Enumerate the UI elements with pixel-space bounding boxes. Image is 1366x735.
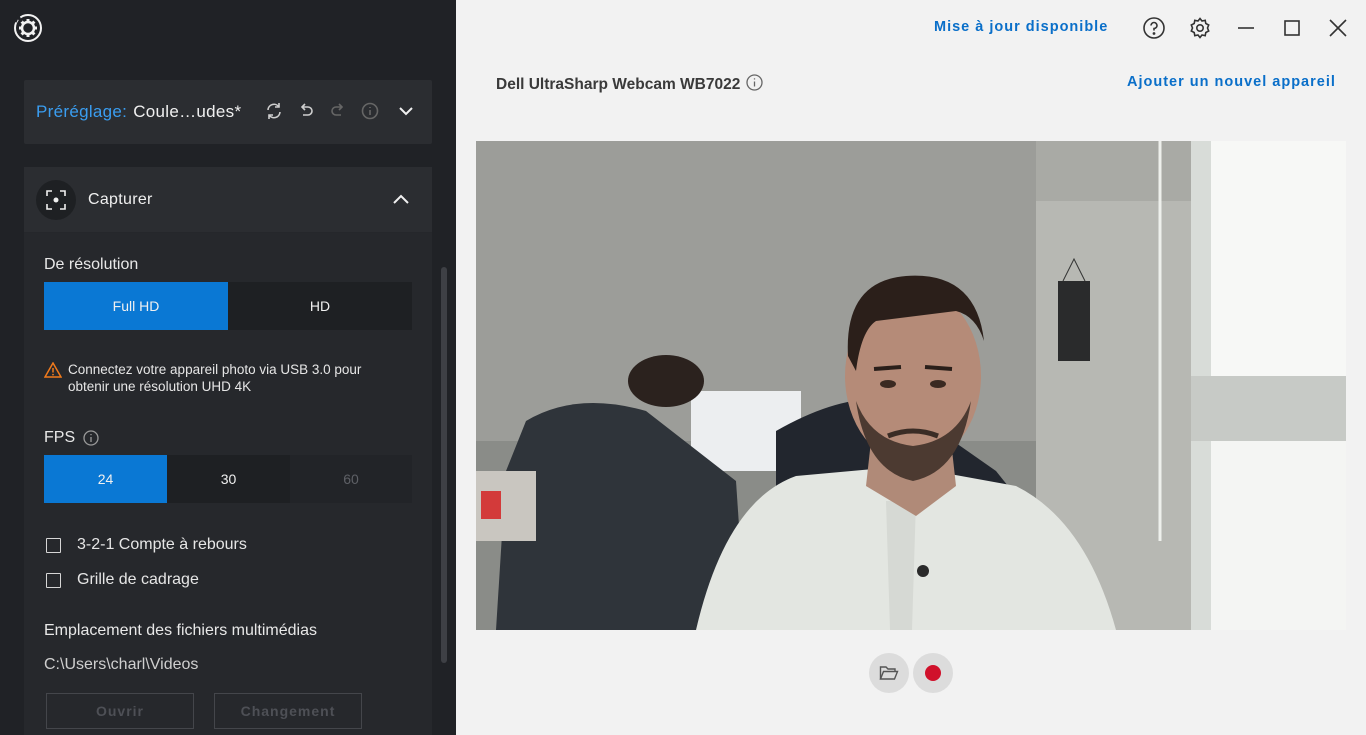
chevron-down-icon[interactable] [396, 100, 416, 122]
preset-bar[interactable]: Préréglage: Coule…udes* [24, 80, 432, 144]
fps-selector: 24 30 60 [44, 455, 412, 503]
capture-panel: Capturer De résolution Full HD HD Connec… [24, 167, 432, 735]
change-folder-button[interactable]: Changement [214, 693, 362, 729]
maximize-icon[interactable] [1280, 16, 1304, 40]
app-logo-icon [12, 12, 44, 44]
grid-label: Grille de cadrage [77, 571, 199, 588]
add-device-link[interactable]: Ajouter un nouvel appareil [1127, 74, 1336, 90]
fps-label: FPS [44, 429, 76, 446]
webcam-preview [476, 141, 1346, 630]
help-icon[interactable] [1142, 16, 1166, 40]
grid-checkbox[interactable] [46, 572, 61, 588]
chevron-up-icon[interactable] [390, 189, 412, 211]
sidebar-scrollbar[interactable] [441, 267, 447, 663]
preset-value[interactable]: Coule…udes* [133, 102, 241, 122]
resolution-option-hd[interactable]: HD [228, 282, 412, 330]
record-icon [925, 665, 941, 681]
fps-label-row: FPS [44, 429, 99, 447]
capture-icon [36, 179, 76, 220]
preset-actions [264, 100, 416, 122]
close-icon[interactable] [1326, 16, 1350, 40]
info-icon[interactable] [360, 100, 380, 122]
resolution-option-fullhd[interactable]: Full HD [44, 282, 228, 330]
open-media-folder-button[interactable] [869, 653, 909, 693]
minimize-icon[interactable] [1234, 16, 1258, 40]
preset-label: Préréglage: [36, 102, 128, 121]
settings-gear-icon[interactable] [1188, 16, 1212, 40]
resolution-selector: Full HD HD [44, 282, 412, 330]
record-button[interactable] [913, 653, 953, 693]
open-folder-button[interactable]: Ouvrir [46, 693, 194, 729]
device-name: Dell UltraSharp Webcam WB7022 [496, 76, 741, 93]
countdown-checkbox-row[interactable]: 3-2-1 Compte à rebours [46, 536, 247, 554]
countdown-checkbox[interactable] [46, 537, 61, 553]
fps-option-30[interactable]: 30 [167, 455, 290, 503]
capture-header[interactable]: Capturer [24, 167, 432, 233]
media-path: C:\Users\charl\Videos [44, 656, 199, 673]
capture-body: De résolution Full HD HD Connectez votre… [24, 233, 432, 735]
media-buttons: Ouvrir Changement [46, 693, 362, 729]
sync-icon[interactable] [264, 100, 284, 122]
countdown-label: 3-2-1 Compte à rebours [77, 536, 247, 553]
redo-icon[interactable] [328, 100, 348, 122]
device-info-icon[interactable] [746, 74, 764, 96]
undo-icon[interactable] [296, 100, 316, 122]
grid-checkbox-row[interactable]: Grille de cadrage [46, 571, 199, 589]
warning-icon [43, 361, 63, 395]
capture-title: Capturer [88, 190, 153, 208]
folder-open-icon [879, 666, 899, 680]
sidebar: Préréglage: Coule…udes* Capturer De réso… [0, 0, 456, 735]
device-name-row: Dell UltraSharp Webcam WB7022 [496, 74, 764, 96]
fps-info-icon[interactable] [83, 430, 99, 446]
warning-text: Connectez votre appareil photo via USB 3… [68, 362, 362, 394]
usb-warning: Connectez votre appareil photo via USB 3… [43, 361, 374, 395]
fps-option-60: 60 [290, 455, 412, 503]
media-location-label: Emplacement des fichiers multimédias [44, 622, 317, 639]
fps-option-24[interactable]: 24 [44, 455, 167, 503]
resolution-label: De résolution [44, 256, 139, 273]
update-available-link[interactable]: Mise à jour disponible [934, 19, 1108, 35]
